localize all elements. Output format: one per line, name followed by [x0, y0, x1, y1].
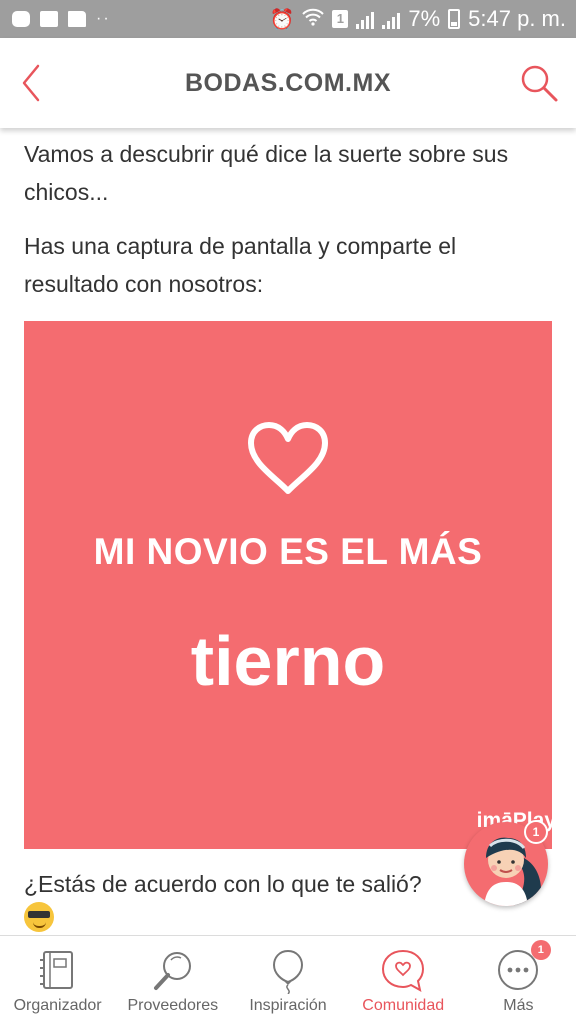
search-icon [521, 65, 558, 102]
notification-icons: ·· [0, 10, 111, 28]
clock: 5:47 p. m. [468, 6, 566, 31]
chevron-left-icon [22, 64, 40, 102]
more-notifications-icon: ·· [96, 10, 111, 27]
app-header: BODAS.COM.MX [0, 38, 576, 128]
nav-proveedores[interactable]: Proveedores [115, 936, 230, 1025]
nav-inspiracion[interactable]: Inspiración [230, 936, 345, 1025]
sim-slot-icon: 1 [332, 10, 349, 28]
assistant-notification-badge: 1 [524, 820, 548, 844]
signal-icon [356, 9, 375, 29]
folder-icon [68, 11, 86, 27]
nav-mas[interactable]: 1 Más [461, 936, 576, 1025]
nav-label: Proveedores [127, 997, 219, 1014]
instagram-icon [12, 11, 30, 27]
status-bar: ·· ⏰ 1 7% 5:47 p. m. [0, 0, 576, 38]
banner-headline: MI NOVIO ES EL MÁS [93, 531, 483, 572]
instruction-paragraph: Has una captura de pantalla y comparte e… [24, 233, 457, 297]
app-title: BODAS.COM.MX [185, 68, 391, 97]
alarm-icon: ⏰ [269, 8, 295, 31]
nav-label: Más [503, 997, 534, 1014]
wifi-icon [302, 6, 325, 32]
search-button[interactable] [518, 62, 560, 104]
balloon-icon [272, 949, 304, 994]
heart-icon [248, 422, 328, 494]
bottom-navigation: Organizador Proveedores Inspiración Comu… [0, 935, 576, 1025]
nav-label: Inspiración [249, 997, 327, 1014]
battery-percent: 7% [408, 6, 441, 31]
banner-result-word: tierno [190, 622, 386, 700]
message-icon [40, 11, 58, 27]
sunglasses-emoji-icon [24, 902, 54, 932]
chat-heart-icon [382, 949, 425, 992]
signal-2-icon [382, 9, 401, 29]
battery-icon [448, 9, 461, 29]
notebook-icon [39, 951, 73, 989]
nav-comunidad[interactable]: Comunidad [346, 936, 461, 1025]
magnifier-icon [153, 952, 191, 990]
result-banner-image: MI NOVIO ES EL MÁS tierno imāPlay [24, 321, 552, 849]
intro-paragraph: Vamos a descubrir qué dice la suerte sob… [24, 141, 509, 205]
back-button[interactable] [14, 60, 54, 106]
nav-label: Organizador [13, 997, 102, 1014]
nav-organizador[interactable]: Organizador [0, 936, 115, 1025]
more-notification-badge: 1 [530, 940, 551, 960]
nav-label: Comunidad [362, 997, 445, 1014]
